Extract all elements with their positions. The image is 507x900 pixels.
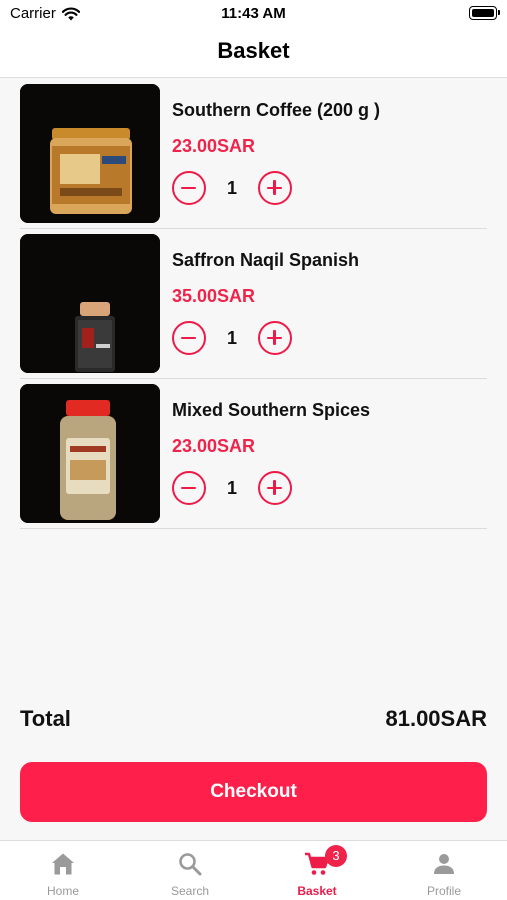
decrease-quantity-button[interactable] [172, 171, 206, 205]
quantity-stepper: 1 [172, 321, 294, 355]
decrease-quantity-button[interactable] [172, 471, 206, 505]
tab-label: Basket [297, 884, 337, 898]
tab-label: Home [46, 884, 79, 898]
item-divider [20, 528, 487, 529]
tab-label: Profile [426, 884, 461, 898]
page-title: Basket [217, 38, 290, 63]
minus-icon [181, 336, 196, 339]
quantity-value: 1 [226, 328, 237, 348]
battery-icon [469, 6, 500, 20]
checkout-button[interactable]: Checkout [20, 762, 487, 822]
decrease-quantity-button[interactable] [172, 321, 206, 355]
product-price: 23.00SAR [172, 136, 256, 156]
product-image [20, 234, 160, 373]
tab-basket[interactable]: 3 Basket [254, 841, 380, 900]
product-name[interactable]: Southern Coffee (200 g ) [172, 100, 380, 121]
product-image [20, 84, 160, 223]
product-name[interactable]: Mixed Southern Spices [172, 400, 370, 421]
increase-quantity-button[interactable] [258, 471, 292, 505]
status-bar: Carrier 11:43 AM [0, 0, 507, 28]
increase-quantity-button[interactable] [258, 321, 292, 355]
tab-label: Search [170, 884, 210, 898]
minus-icon [181, 186, 196, 189]
tab-bar: Home Search 3 Basket Profile [0, 840, 507, 900]
total-value: 81.00SAR [385, 706, 487, 731]
product-name[interactable]: Saffron Naqil Spanish [172, 250, 359, 271]
total-label: Total [20, 706, 71, 731]
product-image [20, 384, 160, 523]
minus-icon [181, 486, 196, 489]
basket-list: Southern Coffee (200 g ) 23.00SAR 1 Saff [0, 79, 507, 529]
status-time: 11:43 AM [221, 5, 286, 22]
quantity-value: 1 [226, 178, 237, 198]
person-icon [431, 851, 457, 877]
tab-home[interactable]: Home [0, 841, 126, 900]
navigation-bar: Basket [0, 28, 507, 78]
search-icon [177, 851, 203, 877]
basket-item: Saffron Naqil Spanish 35.00SAR 1 [0, 229, 507, 379]
home-icon [50, 851, 76, 877]
quantity-value: 1 [226, 478, 237, 498]
cart-count-badge: 3 [325, 845, 347, 867]
basket-item: Southern Coffee (200 g ) 23.00SAR 1 [0, 79, 507, 229]
product-price: 23.00SAR [172, 436, 256, 456]
increase-quantity-button[interactable] [258, 171, 292, 205]
basket-item: Mixed Southern Spices 23.00SAR 1 [0, 379, 507, 529]
quantity-stepper: 1 [172, 171, 294, 205]
tab-search[interactable]: Search [127, 841, 253, 900]
tab-profile[interactable]: Profile [381, 841, 507, 900]
quantity-stepper: 1 [172, 471, 294, 505]
product-price: 35.00SAR [172, 286, 256, 306]
